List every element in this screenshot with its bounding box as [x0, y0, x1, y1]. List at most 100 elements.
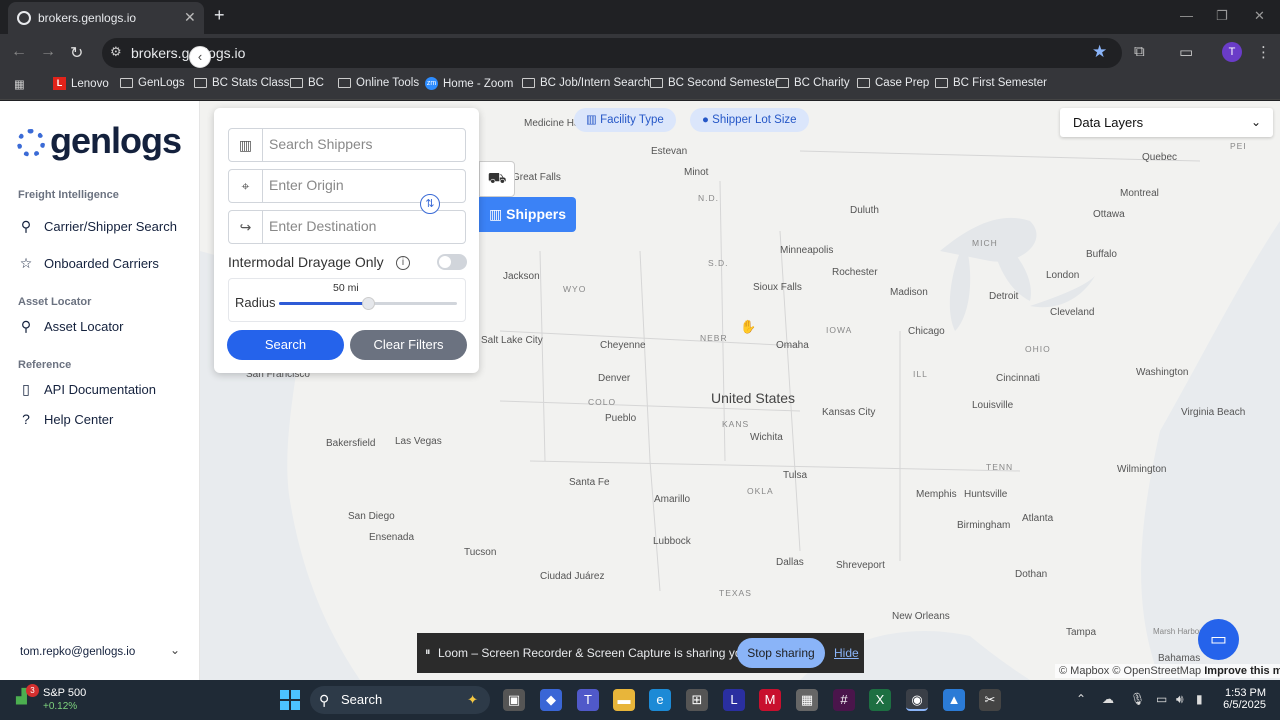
copilot-icon[interactable]: ◆: [540, 689, 562, 711]
search-button[interactable]: Search: [227, 330, 344, 360]
origin-input[interactable]: [269, 177, 459, 193]
user-email[interactable]: tom.repko@genlogs.io: [20, 646, 135, 658]
store-icon[interactable]: ⊞: [686, 689, 708, 711]
map-city-label: Cincinnati: [996, 373, 1040, 384]
stock-change: +0.12%: [43, 701, 78, 712]
collapse-sidebar-button[interactable]: ‹: [189, 46, 211, 68]
address-bar[interactable]: ⚙ brokers.genlogs.io: [102, 38, 1122, 68]
stop-sharing-button[interactable]: Stop sharing: [737, 638, 825, 668]
map-state-label: ILL: [913, 369, 928, 379]
excel-icon[interactable]: X: [869, 689, 891, 711]
bookmark-item[interactable]: L Lenovo: [53, 77, 109, 90]
mapbox-link[interactable]: © Mapbox: [1059, 665, 1109, 677]
carriers-tab-truck-icon[interactable]: ⛟: [479, 161, 515, 197]
map-state-label: OHIO: [1025, 344, 1051, 354]
sidebar-item-onboarded-carriers[interactable]: ☆ Onboarded Carriers: [18, 255, 159, 272]
file-explorer-icon[interactable]: ▬: [613, 689, 635, 711]
map-city-label: Birmingham: [957, 520, 1011, 531]
mcafee-icon[interactable]: M: [759, 689, 781, 711]
slack-icon[interactable]: #: [833, 689, 855, 711]
edge-icon[interactable]: e: [649, 689, 671, 711]
back-icon[interactable]: ←: [11, 43, 27, 61]
browser-tab[interactable]: brokers.genlogs.io ✕: [8, 2, 204, 34]
sidebar-item-help-center[interactable]: ? Help Center: [18, 411, 113, 427]
sidebar-item-asset-locator[interactable]: ⚲ Asset Locator: [18, 318, 124, 335]
folder-icon: [120, 78, 133, 88]
radius-slider-thumb[interactable]: [362, 297, 375, 310]
sidepanel-icon[interactable]: ▭: [1179, 43, 1193, 61]
map-city-label: Ottawa: [1093, 209, 1125, 220]
network-icon[interactable]: ▭: [1156, 692, 1167, 706]
bookmark-item[interactable]: Online Tools: [338, 77, 419, 89]
bookmark-item[interactable]: GenLogs: [120, 77, 185, 89]
chevron-down-icon[interactable]: ⌄: [170, 643, 180, 657]
bookmark-item[interactable]: zm Home - Zoom: [425, 77, 513, 90]
cloud-icon[interactable]: ☁: [1102, 692, 1114, 706]
sidebar-item-carrier-shipper-search[interactable]: ⚲ Carrier/Shipper Search: [18, 218, 177, 235]
taskbar-search[interactable]: ⚲ Search ✦: [310, 686, 490, 714]
site-info-icon[interactable]: ⚙: [110, 44, 122, 60]
swap-origin-destination-button[interactable]: ⇅: [420, 194, 440, 214]
forward-icon[interactable]: →: [40, 43, 56, 61]
drayage-toggle[interactable]: [437, 254, 467, 270]
bookmark-item[interactable]: BC Charity: [776, 77, 850, 89]
info-icon[interactable]: i: [396, 256, 410, 270]
minimize-icon[interactable]: —: [1180, 8, 1193, 23]
bookmark-item[interactable]: Case Prep: [857, 77, 929, 89]
improve-map-link[interactable]: Improve this map: [1204, 665, 1280, 677]
sidebar-item-api-documentation[interactable]: ▯ API Documentation: [18, 381, 156, 398]
system-clock[interactable]: 1:53 PM 6/5/2025: [1222, 687, 1266, 711]
battery-icon[interactable]: ▮: [1196, 692, 1203, 706]
destination-input[interactable]: [269, 218, 459, 234]
calculator-icon[interactable]: ▦: [796, 689, 818, 711]
chrome-icon[interactable]: ◉: [906, 689, 928, 711]
search-shippers-field[interactable]: ▥: [228, 128, 466, 162]
clear-filters-button[interactable]: Clear Filters: [350, 330, 467, 360]
map-city-label: Tucson: [464, 547, 497, 558]
task-view-icon[interactable]: ▣: [503, 689, 525, 711]
snipping-tool-icon[interactable]: ✂: [979, 689, 1001, 711]
close-tab-icon[interactable]: ✕: [184, 9, 196, 26]
bookmark-label: GenLogs: [138, 77, 185, 89]
data-layers-dropdown[interactable]: Data Layers ⌄: [1060, 108, 1273, 137]
facility-type-chip[interactable]: ▥ Facility Type: [574, 108, 676, 132]
bookmark-item[interactable]: BC Second Semester: [650, 77, 779, 89]
shipper-lot-size-chip[interactable]: ● Shipper Lot Size: [690, 108, 809, 132]
profile-avatar[interactable]: T: [1222, 42, 1242, 62]
new-tab-icon[interactable]: +: [214, 5, 225, 26]
hide-button[interactable]: Hide: [834, 646, 859, 660]
menu-icon[interactable]: ⋮: [1256, 43, 1271, 61]
clock-time: 1:53 PM: [1225, 687, 1266, 699]
bookmark-label: Home - Zoom: [443, 77, 514, 90]
bookmark-star-icon[interactable]: ★: [1092, 42, 1107, 62]
search-panel: ▥ ⌖ ⇅ ↪ Intermodal Drayage Only i Radius…: [214, 108, 479, 373]
map-city-label: Salt Lake City: [481, 335, 543, 346]
star-icon: ☆: [19, 255, 33, 271]
photos-icon[interactable]: ▲: [943, 689, 965, 711]
osm-link[interactable]: © OpenStreetMap: [1112, 665, 1201, 677]
apps-grid-icon[interactable]: ▦: [14, 77, 25, 91]
search-shippers-input[interactable]: [269, 136, 459, 152]
map-attribution: © Mapbox © OpenStreetMap Improve this ma…: [1055, 664, 1280, 678]
volume-icon[interactable]: 🔊︎: [1176, 692, 1184, 707]
bookmark-item[interactable]: BC Stats Class: [194, 77, 289, 89]
restore-icon[interactable]: ❐: [1216, 8, 1228, 24]
windows-start-icon[interactable]: [280, 690, 300, 710]
destination-field[interactable]: ↪: [228, 210, 466, 244]
extensions-icon[interactable]: ⧉: [1134, 43, 1145, 60]
teams-icon[interactable]: T: [577, 689, 599, 711]
bookmark-label: Online Tools: [356, 77, 420, 89]
close-window-icon[interactable]: ✕: [1254, 8, 1265, 24]
tab-title: brokers.genlogs.io: [38, 11, 137, 25]
bookmark-item[interactable]: BC: [290, 77, 324, 89]
stock-name[interactable]: S&P 500: [43, 687, 86, 699]
lenovo-app-icon[interactable]: L: [723, 689, 745, 711]
microphone-icon[interactable]: 🎙︎: [1130, 692, 1145, 706]
show-hidden-icons[interactable]: ⌃: [1076, 692, 1086, 706]
bookmark-item[interactable]: BC Job/Intern Search: [522, 77, 650, 89]
shippers-tab[interactable]: ▥ Shippers: [479, 197, 576, 232]
radius-slider-track[interactable]: [279, 297, 457, 310]
bookmark-item[interactable]: BC First Semester: [935, 77, 1047, 89]
reload-icon[interactable]: ↻: [70, 43, 83, 63]
chat-support-button[interactable]: ▭: [1198, 619, 1239, 660]
